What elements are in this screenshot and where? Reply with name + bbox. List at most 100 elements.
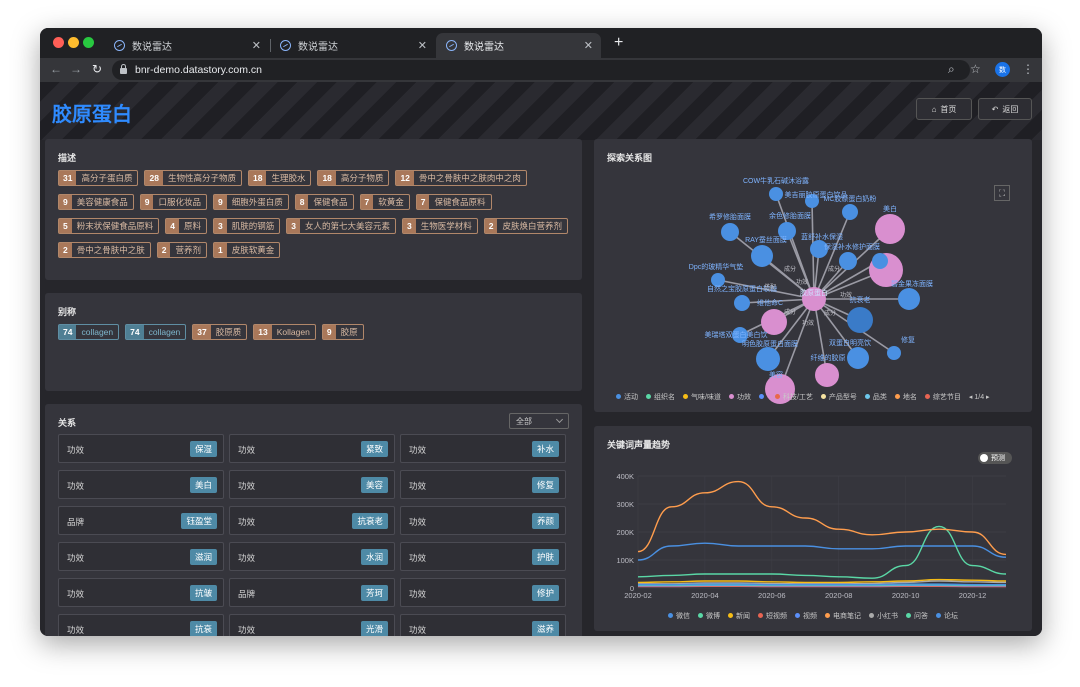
relation-value-badge[interactable]: 滋润 [189, 549, 217, 565]
graph-node[interactable] [847, 307, 873, 333]
relation-cell[interactable]: 功效 紧致 [229, 434, 395, 463]
graph-node[interactable] [898, 288, 920, 310]
relation-value-badge[interactable]: 修复 [531, 477, 559, 493]
relation-value-badge[interactable]: 美容 [360, 477, 388, 493]
legend-item[interactable]: 综艺节目 [924, 392, 961, 402]
tag-chip[interactable]: 28 生物性高分子物质 [144, 170, 242, 186]
maximize-window-dot[interactable] [83, 37, 94, 48]
tag-chip[interactable]: 12 骨中之骨肤中之肤肉中之肉 [395, 170, 527, 186]
tag-chip[interactable]: 9 美容健康食品 [58, 194, 134, 210]
tag-chip[interactable]: 18 高分子物质 [317, 170, 390, 186]
tag-chip[interactable]: 2 皮肤焕白营养剂 [483, 218, 568, 234]
profile-avatar[interactable]: 数 [995, 62, 1010, 77]
tag-chip[interactable]: 3 肌肤的钢筋 [213, 218, 281, 234]
relation-cell[interactable]: 功效 抗衰 [58, 614, 224, 636]
relation-cell[interactable]: 功效 补水 [400, 434, 566, 463]
legend-item[interactable]: 科技/工艺 [774, 392, 813, 402]
series-line-1[interactable] [637, 525, 1007, 579]
relation-cell[interactable]: 功效 养颜 [400, 506, 566, 535]
tag-chip[interactable]: 74 collagen [125, 324, 187, 340]
legend-pager[interactable]: ◂ 1/4 ▸ [969, 393, 990, 401]
graph-node[interactable] [847, 347, 869, 369]
close-tab-icon[interactable]: ✕ [252, 39, 261, 52]
relation-value-badge[interactable]: 养颜 [531, 513, 559, 529]
graph-node[interactable] [872, 253, 888, 269]
relation-cell[interactable]: 功效 护肤 [400, 542, 566, 571]
close-tab-icon[interactable]: ✕ [418, 39, 427, 52]
tag-chip[interactable]: 13 Kollagen [253, 324, 316, 340]
legend-item[interactable]: 新闻 [728, 611, 750, 621]
relation-value-badge[interactable]: 抗衰 [189, 621, 217, 636]
relation-cell[interactable]: 品牌 钰盈堂 [58, 506, 224, 535]
relation-cell[interactable]: 功效 抗皱 [58, 578, 224, 607]
legend-item[interactable] [758, 393, 767, 401]
legend-item[interactable]: 电商笔记 [825, 611, 861, 621]
relation-cell[interactable]: 功效 修复 [400, 470, 566, 499]
close-tab-icon[interactable]: ✕ [584, 39, 593, 52]
legend-item[interactable]: 活动 [616, 392, 638, 402]
relation-cell[interactable]: 功效 滋养 [400, 614, 566, 636]
graph-node[interactable] [721, 223, 739, 241]
graph-node[interactable] [842, 204, 858, 220]
tag-chip[interactable]: 2 营养剂 [156, 242, 207, 258]
relation-value-badge[interactable]: 护肤 [531, 549, 559, 565]
bookmark-star-icon[interactable]: ☆ [970, 62, 981, 76]
relation-cell[interactable]: 功效 光滑 [229, 614, 395, 636]
graph-node[interactable] [887, 346, 901, 360]
legend-item[interactable]: 品类 [864, 392, 887, 402]
relation-graph[interactable]: 胶原蛋白COW牛乳石碱沐浴露美吉丽胶原蛋白饮品MC胶原蛋白奶粉希罗修胎面膜 余色修… [594, 139, 1032, 412]
minimize-window-dot[interactable] [68, 37, 79, 48]
home-button[interactable]: ⌂ 首页 [916, 98, 972, 120]
graph-node[interactable] [756, 347, 780, 371]
relation-cell[interactable]: 功效 保湿 [58, 434, 224, 463]
relation-cell[interactable]: 功效 美容 [229, 470, 395, 499]
pager-next-icon[interactable]: ▸ [984, 394, 990, 401]
legend-item[interactable]: 短视频 [758, 611, 787, 621]
series-line-8[interactable] [638, 583, 1006, 586]
tag-chip[interactable]: 1 皮肤软黄金 [213, 242, 281, 258]
tag-chip[interactable]: 37 胶原质 [192, 324, 248, 340]
zoom-icon[interactable]: ⌕ [948, 62, 955, 77]
relation-cell[interactable]: 功效 滋润 [58, 542, 224, 571]
relation-value-badge[interactable]: 钰盈堂 [181, 513, 217, 529]
graph-node[interactable] [734, 295, 750, 311]
graph-node[interactable] [839, 252, 857, 270]
graph-node[interactable] [751, 245, 773, 267]
relation-cell[interactable]: 品牌 芳珂 [229, 578, 395, 607]
browser-tab-1[interactable]: 数说雷达 ✕ [104, 33, 269, 58]
forward-arrow-icon[interactable]: → [70, 62, 82, 76]
tag-chip[interactable]: 31 高分子蛋白质 [58, 170, 139, 186]
relation-value-badge[interactable]: 水润 [360, 549, 388, 565]
legend-item[interactable]: 产品型号 [820, 392, 857, 402]
legend-item[interactable]: 微信 [668, 611, 690, 621]
tag-chip[interactable]: 7 保健食品原料 [415, 194, 492, 210]
graph-node[interactable] [711, 273, 725, 287]
new-tab-icon[interactable]: + [614, 34, 623, 52]
tag-chip[interactable]: 8 保健食品 [294, 194, 354, 210]
legend-item[interactable]: 小红书 [869, 611, 898, 621]
relation-value-badge[interactable]: 滋养 [531, 621, 559, 636]
relation-cell[interactable]: 功效 水润 [229, 542, 395, 571]
address-bar[interactable]: bnr-demo.datastory.com.cn [112, 60, 970, 80]
tag-chip[interactable]: 7 软黄金 [359, 194, 410, 210]
back-arrow-icon[interactable]: ← [50, 62, 62, 76]
legend-item[interactable]: 视频 [795, 611, 817, 621]
tag-chip[interactable]: 9 胶原 [321, 324, 364, 340]
close-window-dot[interactable] [53, 37, 64, 48]
legend-item[interactable]: 气味/味道 [683, 392, 721, 402]
legend-item[interactable]: 组织名 [646, 392, 675, 402]
relation-value-badge[interactable]: 保湿 [189, 441, 217, 457]
legend-item[interactable]: 问答 [906, 611, 928, 621]
relation-value-badge[interactable]: 光滑 [360, 621, 388, 636]
tag-chip[interactable]: 9 口服化妆品 [139, 194, 207, 210]
tag-chip[interactable]: 3 生物医学材料 [402, 218, 478, 234]
tag-chip[interactable]: 74 collagen [58, 324, 120, 340]
tag-chip[interactable]: 18 生理胶水 [247, 170, 312, 186]
relation-cell[interactable]: 功效 抗衰老 [229, 506, 395, 535]
legend-item[interactable]: 论坛 [936, 611, 958, 621]
graph-node[interactable] [815, 363, 839, 387]
relation-value-badge[interactable]: 抗皱 [189, 585, 217, 601]
relation-value-badge[interactable]: 补水 [531, 441, 559, 457]
browser-tab-2[interactable]: 数说雷达 ✕ [270, 33, 435, 58]
relation-cell[interactable]: 功效 修护 [400, 578, 566, 607]
